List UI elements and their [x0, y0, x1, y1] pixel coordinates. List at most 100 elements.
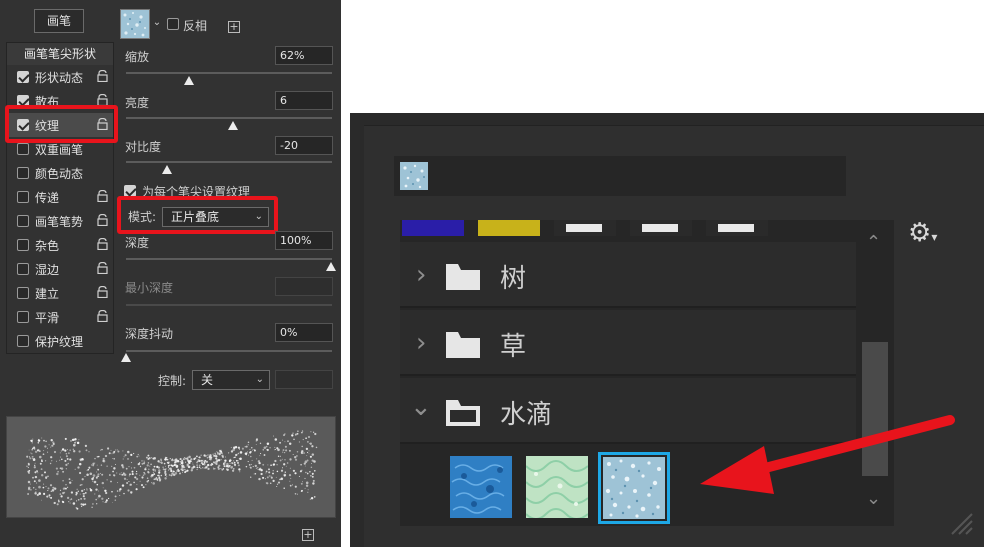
brush-option-item[interactable]: 建立 [7, 281, 113, 305]
chevron-right-icon: › [416, 260, 427, 290]
new-pattern-icon[interactable]: + [228, 21, 240, 33]
brush-options-list: 画笔笔尖形状 形状动态 散布 纹理 双重画笔 颜色动态 传递 画笔笔势 杂色 湿边 建立 平滑 保护纹… [6, 42, 114, 354]
brush-option-item[interactable]: 保护纹理 [7, 329, 113, 353]
pattern-group-grass[interactable]: › 草 [400, 310, 856, 376]
invert-label: 反相 [183, 19, 208, 33]
scale-input[interactable]: 62% [275, 46, 333, 65]
option-checkbox[interactable] [17, 167, 29, 179]
lock-icon[interactable] [97, 70, 108, 82]
contrast-input[interactable]: -20 [275, 136, 333, 155]
pattern-swatch[interactable] [478, 220, 540, 236]
option-checkbox[interactable] [17, 71, 29, 83]
lock-icon[interactable] [97, 286, 108, 298]
lock-icon[interactable] [97, 238, 108, 250]
brush-option-item[interactable]: 杂色 [7, 233, 113, 257]
texture-highlight-box [5, 105, 118, 143]
brush-stroke-preview [6, 416, 336, 518]
option-checkbox[interactable] [17, 239, 29, 251]
stroke-preview-image [26, 430, 318, 510]
brush-option-item[interactable]: 颜色动态 [7, 161, 113, 185]
control-select-value: 关 [201, 373, 214, 387]
pattern-swatch[interactable] [554, 220, 616, 236]
group-name: 草 [500, 332, 527, 362]
brush-tip-shape-item[interactable]: 画笔笔尖形状 [7, 43, 113, 65]
option-label: 平滑 [35, 311, 60, 325]
depth-label: 深度 [125, 236, 150, 250]
lock-icon[interactable] [97, 262, 108, 274]
group-name: 水滴 [500, 400, 553, 430]
scale-slider-track[interactable] [126, 72, 332, 74]
option-label: 杂色 [35, 239, 60, 253]
control-label: 控制: [158, 374, 187, 388]
option-label: 保护纹理 [35, 335, 84, 349]
brush-option-item[interactable]: 形状动态 [7, 65, 113, 89]
option-checkbox[interactable] [17, 335, 29, 347]
pattern-group-trees[interactable]: › 树 [400, 242, 856, 308]
option-label: 画笔笔势 [35, 215, 84, 229]
option-checkbox[interactable] [17, 215, 29, 227]
pattern-swatch[interactable] [630, 220, 692, 236]
selected-pattern-preview [400, 162, 428, 190]
brush-presets-button[interactable]: 画笔 [34, 9, 84, 33]
chevron-right-icon: › [416, 328, 427, 358]
control-select[interactable]: 关 ⌄ [192, 370, 270, 390]
option-checkbox[interactable] [17, 191, 29, 203]
depth-slider-knob[interactable] [326, 262, 336, 271]
pattern-picker-panel: › 树 › 草 ⌄ 水滴 ⌃ ⌄ ⚙▾ [350, 113, 984, 547]
lock-icon[interactable] [97, 190, 108, 202]
pattern-swatch-blue-water[interactable] [450, 456, 512, 518]
depth-jitter-label: 深度抖动 [125, 327, 174, 341]
option-label: 形状动态 [35, 71, 84, 85]
min-depth-label: 最小深度 [125, 281, 174, 295]
depth-jitter-input[interactable]: 0% [275, 323, 333, 342]
pattern-picker-body: › 树 › 草 ⌄ 水滴 ⌃ ⌄ ⚙▾ [364, 125, 984, 547]
folder-icon [446, 264, 480, 290]
option-checkbox[interactable] [17, 311, 29, 323]
brightness-input[interactable]: 6 [275, 91, 333, 110]
depth-jitter-slider-knob[interactable] [121, 353, 131, 362]
brush-option-item[interactable]: 湿边 [7, 257, 113, 281]
contrast-label: 对比度 [125, 140, 162, 154]
brush-option-item[interactable]: 传递 [7, 185, 113, 209]
gear-icon[interactable]: ⚙▾ [908, 220, 937, 250]
brush-option-item[interactable]: 平滑 [7, 305, 113, 329]
brightness-label: 亮度 [125, 96, 150, 110]
invert-checkbox[interactable] [167, 18, 179, 30]
lock-icon[interactable] [97, 214, 108, 226]
selected-pattern-bar[interactable] [394, 156, 846, 196]
texture-pattern-swatch[interactable] [120, 9, 150, 39]
chevron-down-icon: ⌄ [255, 374, 264, 385]
pattern-swatch-green-water[interactable] [526, 456, 588, 518]
option-label: 建立 [35, 287, 60, 301]
pattern-swatch[interactable] [706, 220, 768, 236]
brightness-slider-track[interactable] [126, 117, 332, 119]
resize-grip-icon[interactable] [948, 510, 974, 536]
pattern-swatch[interactable] [402, 220, 464, 236]
create-new-brush-icon[interactable]: + [302, 529, 314, 541]
option-label: 双重画笔 [35, 143, 84, 157]
depth-input[interactable]: 100% [275, 231, 333, 250]
option-checkbox[interactable] [17, 143, 29, 155]
depth-jitter-slider-track[interactable] [126, 350, 332, 352]
option-checkbox[interactable] [17, 263, 29, 275]
option-checkbox[interactable] [17, 287, 29, 299]
mode-highlight-box [117, 196, 278, 234]
chevron-down-icon: ⌄ [410, 392, 432, 422]
scroll-up-icon[interactable]: ⌃ [866, 234, 881, 252]
option-label: 湿边 [35, 263, 60, 277]
contrast-slider-track[interactable] [126, 161, 332, 163]
chevron-down-icon[interactable]: ⌄ [151, 15, 163, 31]
folder-open-icon [446, 400, 480, 426]
contrast-slider-knob[interactable] [162, 165, 172, 174]
brush-option-item[interactable]: 画笔笔势 [7, 209, 113, 233]
lock-icon[interactable] [97, 310, 108, 322]
min-depth-input [275, 277, 333, 296]
option-label: 传递 [35, 191, 60, 205]
scale-slider-knob[interactable] [184, 76, 194, 85]
depth-slider-track[interactable] [126, 258, 332, 260]
group-name: 树 [500, 264, 527, 294]
pattern-swatch-light-blue-water[interactable] [603, 457, 665, 519]
option-label: 颜色动态 [35, 167, 84, 181]
min-depth-slider-track [126, 304, 332, 306]
brightness-slider-knob[interactable] [228, 121, 238, 130]
